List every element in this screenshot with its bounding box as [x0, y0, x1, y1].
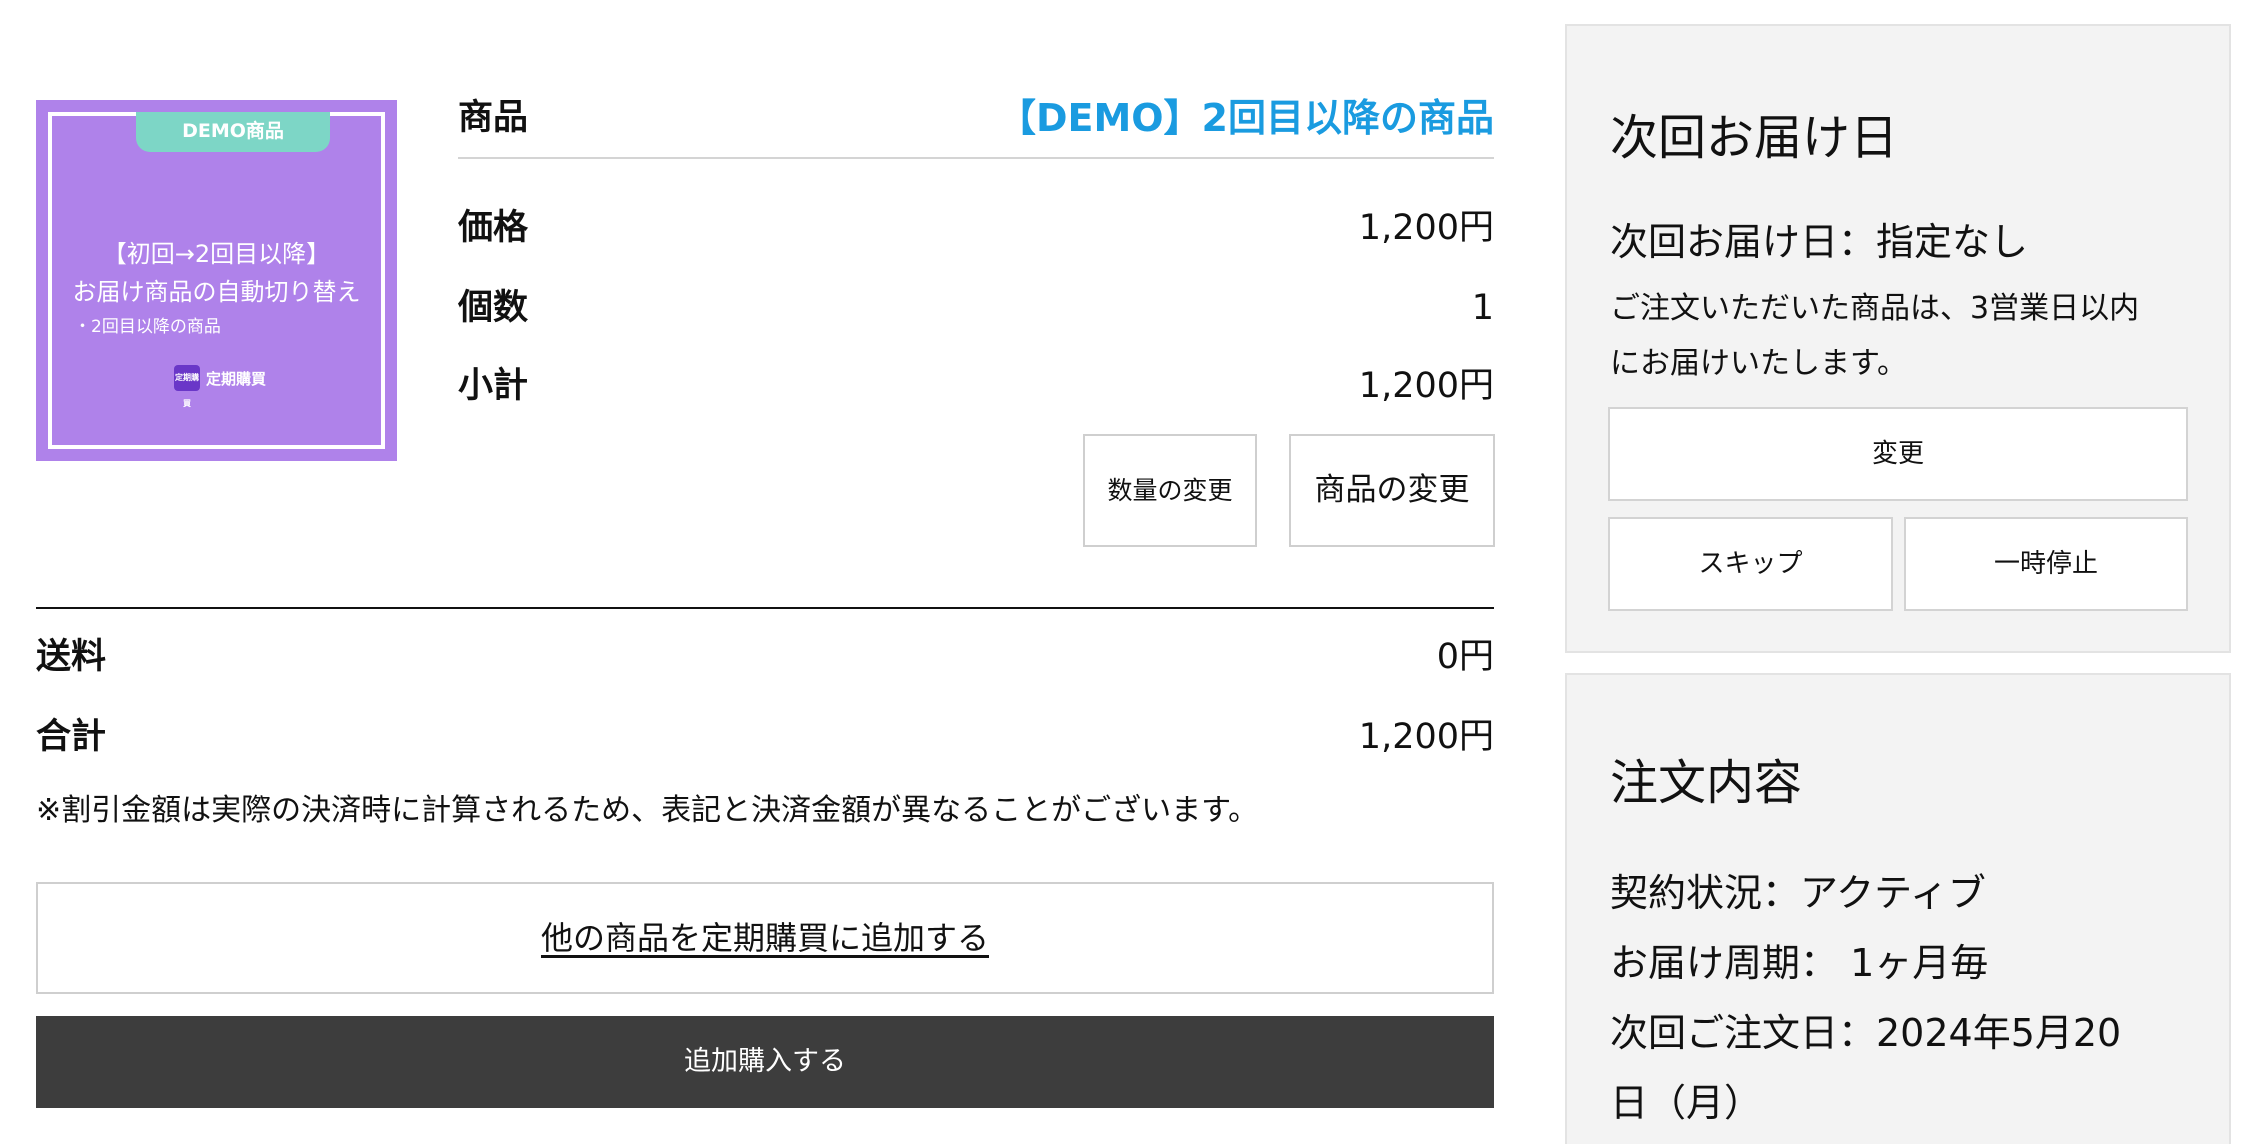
shipping-value: 0円 — [1436, 637, 1494, 677]
demo-tag: DEMO商品 — [136, 112, 330, 152]
total-label: 合計 — [36, 717, 107, 757]
next-delivery-date: 次回お届け日：指定なし — [1610, 220, 2029, 264]
price-label: 価格 — [458, 208, 529, 248]
delivery-info-line1: ご注文いただいた商品は、3営業日以内 — [1610, 291, 2140, 326]
contract-status: 契約状況：アクティブ — [1610, 871, 1986, 915]
add-other-product-button[interactable]: 他の商品を定期購買に追加する — [36, 882, 1494, 994]
product-name-row: 商品 【DEMO】2回目以降の商品 — [458, 93, 1494, 143]
divider — [458, 157, 1494, 159]
subtotal-label: 小計 — [458, 366, 529, 406]
product-image-line3: ・2回目以降の商品 — [74, 317, 221, 337]
quantity-value: 1 — [1471, 288, 1494, 328]
brand-logo: 定期購買 定期購買 — [174, 365, 267, 408]
brand-logo-icon: 定期購買 — [174, 365, 200, 408]
subtotal-value: 1,200円 — [1358, 366, 1494, 406]
brand-logo-text: 定期購買 — [206, 369, 267, 388]
delivery-info-line2: にお届けいたします。 — [1610, 346, 1907, 381]
price-value: 1,200円 — [1358, 208, 1494, 248]
next-delivery-panel: 次回お届け日 次回お届け日：指定なし ご注文いただいた商品は、3営業日以内 にお… — [1565, 24, 2231, 653]
product-image-frame: DEMO商品 【初回→2回目以降】 お届け商品の自動切り替え ・2回目以降の商品… — [48, 112, 385, 449]
pause-button[interactable]: 一時停止 — [1904, 517, 2188, 611]
order-details-title: 注文内容 — [1610, 755, 1803, 811]
next-order-date-cont: 日（月） — [1610, 1081, 1763, 1125]
section-divider — [36, 607, 1494, 609]
product-name-link[interactable]: 【DEMO】2回目以降の商品 — [998, 93, 1494, 143]
delivery-cycle: お届け周期： 1ヶ月毎 — [1610, 941, 1989, 985]
additional-purchase-button[interactable]: 追加購入する — [36, 1016, 1494, 1108]
change-delivery-date-button[interactable]: 変更 — [1608, 407, 2188, 501]
change-product-button[interactable]: 商品の変更 — [1289, 434, 1495, 547]
skip-button[interactable]: スキップ — [1608, 517, 1893, 611]
subtotal-row: 小計 1,200円 — [458, 361, 1494, 411]
next-order-date: 次回ご注文日：2024年5月20 — [1610, 1011, 2122, 1055]
order-details-panel: 注文内容 契約状況：アクティブ お届け周期： 1ヶ月毎 次回ご注文日：2024年… — [1565, 673, 2231, 1144]
quantity-row: 個数 1 — [458, 283, 1494, 333]
product-name-label: 商品 — [458, 98, 529, 138]
total-row: 合計 1,200円 — [36, 712, 1494, 762]
total-value: 1,200円 — [1358, 717, 1494, 757]
discount-note: ※割引金額は実際の決済時に計算されるため、表記と決済金額が異なることがございます… — [36, 793, 1259, 828]
shipping-row: 送料 0円 — [36, 632, 1494, 682]
product-image-line1: 【初回→2回目以降】 — [102, 240, 331, 268]
change-quantity-button[interactable]: 数量の変更 — [1083, 434, 1257, 547]
product-image-line2: お届け商品の自動切り替え — [72, 278, 361, 306]
shipping-label: 送料 — [36, 637, 107, 677]
quantity-label: 個数 — [458, 288, 529, 328]
product-image: DEMO商品 【初回→2回目以降】 お届け商品の自動切り替え ・2回目以降の商品… — [36, 100, 397, 461]
add-other-product-link[interactable]: 他の商品を定期購買に追加する — [541, 919, 989, 957]
next-delivery-title: 次回お届け日 — [1610, 110, 1899, 166]
price-row: 価格 1,200円 — [458, 203, 1494, 253]
